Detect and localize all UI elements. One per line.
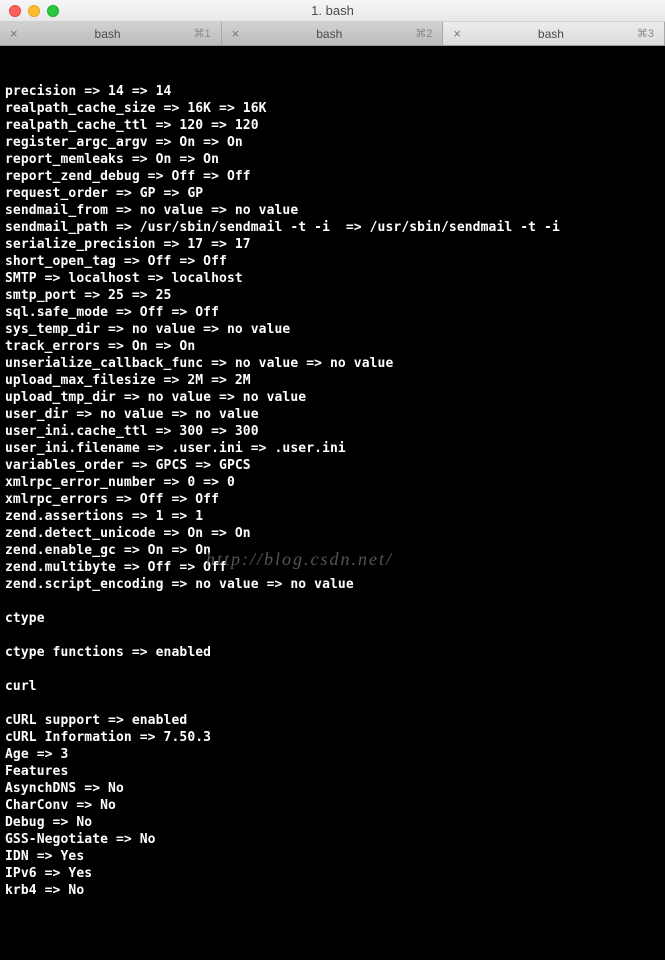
window-title: 1. bash [0, 3, 665, 18]
close-icon[interactable]: × [232, 26, 240, 41]
tab-shortcut: ⌘3 [637, 27, 654, 40]
terminal-line: unserialize_callback_func => no value =>… [5, 355, 660, 372]
tab-3[interactable]: × bash⌘3 [443, 22, 665, 45]
terminal-line: precision => 14 => 14 [5, 83, 660, 100]
terminal-line: upload_tmp_dir => no value => no value [5, 389, 660, 406]
terminal-line: short_open_tag => Off => Off [5, 253, 660, 270]
terminal-line: CharConv => No [5, 797, 660, 814]
terminal-line: smtp_port => 25 => 25 [5, 287, 660, 304]
terminal-line: xmlrpc_error_number => 0 => 0 [5, 474, 660, 491]
terminal-line: sendmail_path => /usr/sbin/sendmail -t -… [5, 219, 660, 236]
close-window-button[interactable] [9, 5, 21, 17]
terminal-line: Debug => No [5, 814, 660, 831]
terminal-line: krb4 => No [5, 882, 660, 899]
terminal-line: user_ini.cache_ttl => 300 => 300 [5, 423, 660, 440]
terminal-line: cURL support => enabled [5, 712, 660, 729]
terminal-line: sql.safe_mode => Off => Off [5, 304, 660, 321]
terminal-line: zend.multibyte => Off => Off [5, 559, 660, 576]
terminal-line: SMTP => localhost => localhost [5, 270, 660, 287]
terminal-line: track_errors => On => On [5, 338, 660, 355]
terminal-line [5, 627, 660, 644]
close-icon[interactable]: × [10, 26, 18, 41]
tab-shortcut: ⌘2 [415, 27, 432, 40]
terminal-line [5, 661, 660, 678]
terminal-line: zend.script_encoding => no value => no v… [5, 576, 660, 593]
terminal-line: realpath_cache_size => 16K => 16K [5, 100, 660, 117]
terminal-line: xmlrpc_errors => Off => Off [5, 491, 660, 508]
terminal-line: GSS-Negotiate => No [5, 831, 660, 848]
terminal-line: report_zend_debug => Off => Off [5, 168, 660, 185]
terminal-line: cURL Information => 7.50.3 [5, 729, 660, 746]
minimize-window-button[interactable] [28, 5, 40, 17]
terminal-line: user_ini.filename => .user.ini => .user.… [5, 440, 660, 457]
tab-1[interactable]: × bash⌘1 [0, 22, 222, 45]
terminal-line: upload_max_filesize => 2M => 2M [5, 372, 660, 389]
terminal-line: IPv6 => Yes [5, 865, 660, 882]
terminal-line: realpath_cache_ttl => 120 => 120 [5, 117, 660, 134]
terminal-line: zend.assertions => 1 => 1 [5, 508, 660, 525]
tab-label: bash [22, 27, 194, 41]
terminal-line: zend.enable_gc => On => On [5, 542, 660, 559]
terminal-line: report_memleaks => On => On [5, 151, 660, 168]
terminal-line: sendmail_from => no value => no value [5, 202, 660, 219]
terminal-line: AsynchDNS => No [5, 780, 660, 797]
tab-shortcut: ⌘1 [194, 27, 211, 40]
terminal-line: user_dir => no value => no value [5, 406, 660, 423]
window-titlebar: 1. bash [0, 0, 665, 22]
terminal-line: Age => 3 [5, 746, 660, 763]
terminal-line [5, 695, 660, 712]
terminal-line: curl [5, 678, 660, 695]
terminal-line: ctype [5, 610, 660, 627]
terminal-line: ctype functions => enabled [5, 644, 660, 661]
terminal-line: variables_order => GPCS => GPCS [5, 457, 660, 474]
tab-label: bash [465, 27, 637, 41]
terminal-line [5, 593, 660, 610]
terminal-line: IDN => Yes [5, 848, 660, 865]
tab-bar: ×bash⌘1×bash⌘2×bash⌘3 [0, 22, 665, 46]
terminal-line: register_argc_argv => On => On [5, 134, 660, 151]
terminal-line: Features [5, 763, 660, 780]
close-icon[interactable]: × [453, 26, 461, 41]
zoom-window-button[interactable] [47, 5, 59, 17]
tab-2[interactable]: ×bash⌘2 [222, 22, 444, 45]
terminal-line: request_order => GP => GP [5, 185, 660, 202]
terminal-line: sys_temp_dir => no value => no value [5, 321, 660, 338]
terminal-output[interactable]: http://blog.csdn.net/ precision => 14 =>… [0, 46, 665, 960]
terminal-line: zend.detect_unicode => On => On [5, 525, 660, 542]
traffic-lights [0, 5, 59, 17]
terminal-line: serialize_precision => 17 => 17 [5, 236, 660, 253]
tab-label: bash [243, 27, 415, 41]
